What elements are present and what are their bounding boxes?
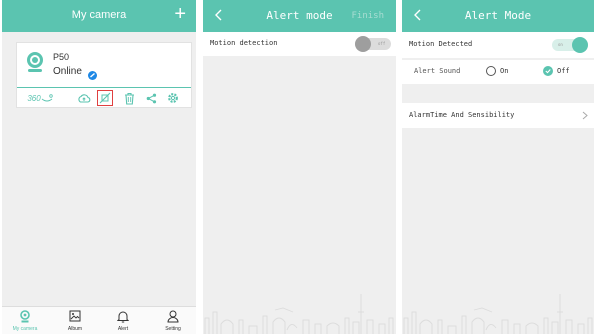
motion-detected-label: Motion Detected (409, 40, 473, 48)
sound-off-option[interactable]: Off (543, 66, 570, 76)
trash-icon (124, 92, 134, 105)
sound-on-option[interactable]: On (486, 66, 508, 76)
radio-checked-icon (543, 66, 553, 76)
alarm-mode-button[interactable] (97, 90, 113, 106)
alert-mode-screen-on: Alert Mode Motion Detected on Alert Soun… (402, 0, 594, 334)
camera-name: P50 (53, 52, 70, 62)
camera-settings-button[interactable] (165, 90, 181, 106)
sound-off-label: Off (557, 67, 570, 75)
top-bar: Alert Mode (402, 0, 594, 32)
cloud-upload-icon (78, 93, 91, 103)
tab-label: Setting (165, 326, 181, 332)
alert-sound-label: Alert Sound (414, 67, 461, 75)
tab-alert[interactable]: Alert (100, 307, 146, 334)
view-360-label: 360 (27, 93, 41, 103)
rotate-icon (41, 94, 53, 102)
radio-unchecked-icon (486, 66, 496, 76)
alert-mode-screen-off: Alert mode Finish Motion detection off (203, 0, 396, 334)
toggle-text: off (378, 41, 386, 46)
share-button[interactable] (144, 90, 158, 106)
tab-label: Alert (117, 326, 129, 332)
alarm-time-row[interactable]: AlarmTime And Sensibility (402, 103, 594, 128)
tab-album[interactable]: Album (52, 307, 98, 334)
page-title: Alert Mode (464, 9, 532, 22)
tab-label: My camera (12, 326, 38, 332)
toggle-knob (355, 36, 371, 52)
city-skyline-decoration (204, 294, 394, 334)
alarm-off-icon (99, 92, 111, 104)
camera-status: Online (53, 66, 82, 77)
camera-card[interactable]: P50 Online 360 (16, 42, 192, 108)
motion-detection-label: Motion detection (210, 39, 278, 47)
view-360-button[interactable]: 360 (27, 90, 53, 106)
toggle-text: on (558, 42, 563, 47)
gear-icon (168, 93, 178, 103)
top-bar: My camera + (2, 0, 196, 32)
page-title: My camera (71, 9, 127, 21)
bottom-tab-bar: My camera Album Alert Setting (2, 306, 196, 334)
sound-on-label: On (500, 67, 509, 75)
bell-icon (117, 311, 129, 323)
tab-setting[interactable]: Setting (150, 307, 196, 334)
motion-detected-row: Motion Detected on (402, 32, 594, 58)
cloud-button[interactable] (75, 90, 93, 106)
motion-detection-toggle[interactable]: off (355, 36, 391, 52)
camera-icon (25, 51, 45, 78)
motion-detected-toggle[interactable]: on (552, 37, 588, 53)
card-divider (17, 87, 191, 88)
tab-my-camera[interactable]: My camera (2, 307, 48, 334)
city-skyline-decoration (403, 294, 593, 334)
alert-sound-row: Alert Sound On Off (402, 60, 594, 84)
camera-tab-icon (20, 310, 30, 323)
finish-button[interactable]: Finish (351, 11, 384, 21)
tab-label: Album (67, 326, 83, 332)
user-icon (167, 310, 179, 323)
motion-detection-row: Motion detection off (203, 32, 396, 56)
alarm-time-label: AlarmTime And Sensibility (409, 111, 515, 119)
delete-button[interactable] (121, 90, 137, 106)
add-camera-button[interactable]: + (174, 3, 186, 25)
share-icon (146, 93, 156, 103)
toggle-knob (572, 37, 588, 53)
camera-toolbar: 360 (17, 90, 191, 106)
my-camera-screen: My camera + P50 Online 360 My camera Alb… (2, 0, 196, 334)
chevron-right-icon (582, 111, 588, 120)
album-icon (69, 310, 81, 322)
top-bar: Alert mode Finish (203, 0, 396, 32)
online-status-icon (88, 67, 97, 80)
